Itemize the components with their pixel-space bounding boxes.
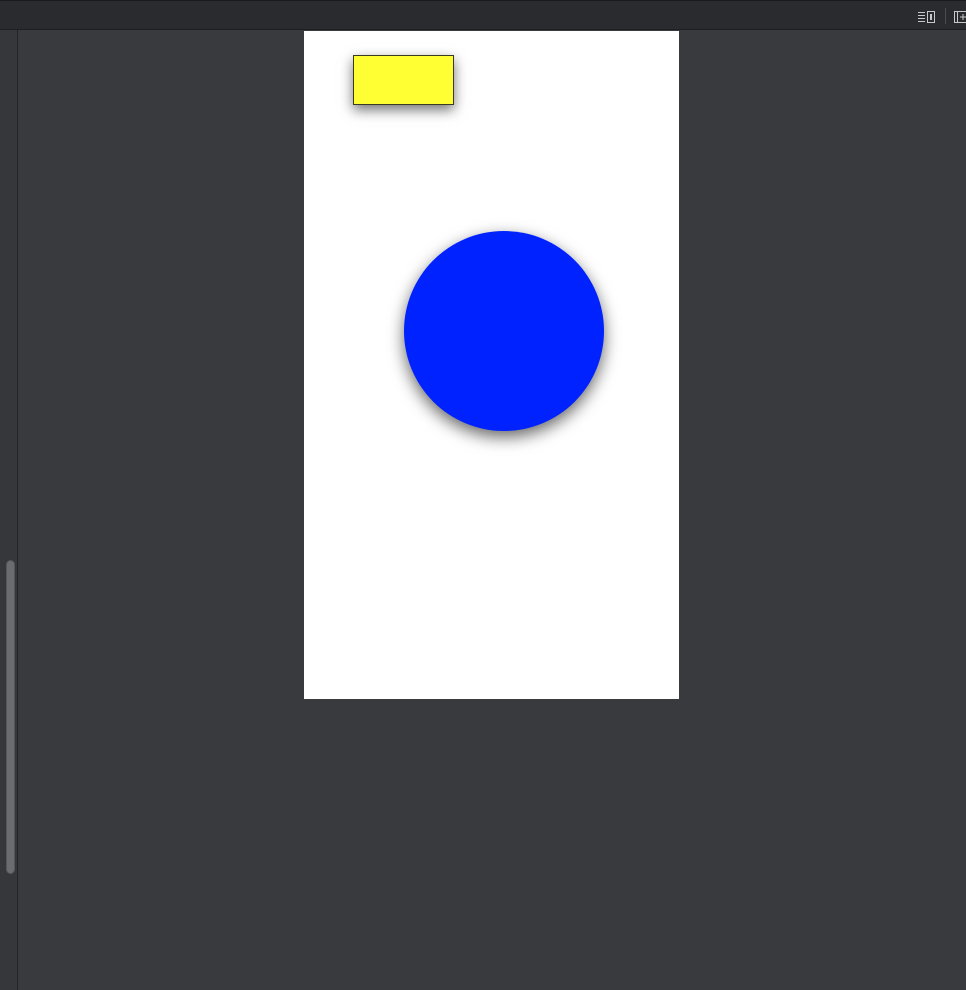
add-panel-icon[interactable] (954, 9, 966, 23)
vertical-scrollbar-thumb[interactable] (6, 560, 15, 874)
editor-window (0, 0, 966, 990)
canvas-workspace[interactable] (19, 30, 966, 990)
artboard[interactable] (304, 31, 679, 699)
yellow-rectangle[interactable] (353, 55, 454, 105)
toolbar-divider (945, 8, 946, 24)
blue-circle[interactable] (404, 231, 604, 431)
list-layout-icon[interactable] (918, 9, 936, 23)
left-panel-rail (0, 30, 18, 990)
top-toolbar (0, 0, 966, 30)
